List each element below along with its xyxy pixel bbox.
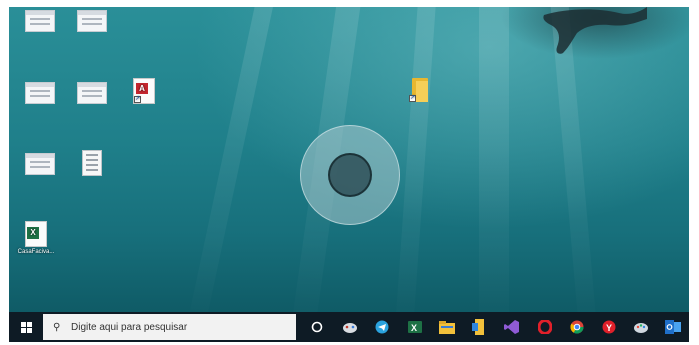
- light-ray: [184, 7, 277, 312]
- light-ray: [393, 7, 437, 312]
- paint-icon[interactable]: [633, 319, 649, 335]
- window-file-icon: [25, 82, 55, 104]
- desktop-icon-excel[interactable]: X CasaFaciva...: [9, 221, 67, 256]
- pdf-file-icon: A ↗: [133, 78, 155, 104]
- touch-cursor-icon: [328, 153, 372, 197]
- desktop[interactable]: A ↗ X CasaFaciva... ↗: [9, 7, 689, 312]
- desktop-icon-pdf[interactable]: A ↗: [113, 78, 175, 106]
- text-document-icon: [82, 150, 102, 176]
- xbox-icon[interactable]: [342, 319, 358, 335]
- excel-file-icon: X: [25, 221, 47, 247]
- visual-studio-icon[interactable]: [504, 319, 520, 335]
- window-file-icon: [77, 82, 107, 104]
- excel-app-icon[interactable]: X: [407, 319, 423, 335]
- svg-text:X: X: [411, 323, 417, 333]
- window-file-icon: [25, 10, 55, 32]
- opera-icon[interactable]: [537, 319, 553, 335]
- outlook-icon[interactable]: [665, 319, 681, 335]
- spreadsheet-window-icon: [25, 153, 55, 175]
- light-ray: [479, 7, 509, 312]
- desktop-icon-window-2[interactable]: [61, 10, 123, 34]
- start-button[interactable]: [9, 312, 43, 342]
- svg-text:Y: Y: [606, 323, 612, 333]
- desktop-icon-folder[interactable]: ↗: [388, 78, 450, 104]
- search-box[interactable]: ⚲ Digite aqui para pesquisar: [43, 314, 296, 340]
- chrome-icon[interactable]: [569, 319, 585, 335]
- windows-logo-icon: [20, 321, 32, 333]
- window-file-icon: [77, 10, 107, 32]
- search-placeholder: Digite aqui para pesquisar: [71, 321, 188, 333]
- screen-frame: A↗ X CasaFaciva... ↗ ⚲ Digite aqui para: [0, 0, 699, 345]
- folder-icon: ↗: [409, 78, 429, 102]
- telegram-icon[interactable]: [374, 319, 390, 335]
- taskbar: ⚲ Digite aqui para pesquisar X Y: [9, 312, 689, 342]
- cortana-icon[interactable]: [309, 319, 325, 335]
- search-icon: ⚲: [53, 321, 61, 333]
- app-icon[interactable]: [471, 319, 487, 335]
- swimmer-silhouette: [543, 7, 647, 54]
- desktop-icon-label: CasaFaciva...: [17, 249, 55, 255]
- file-explorer-icon[interactable]: [439, 319, 455, 335]
- yandex-icon[interactable]: Y: [601, 319, 617, 335]
- desktop-icon-document[interactable]: [61, 150, 123, 178]
